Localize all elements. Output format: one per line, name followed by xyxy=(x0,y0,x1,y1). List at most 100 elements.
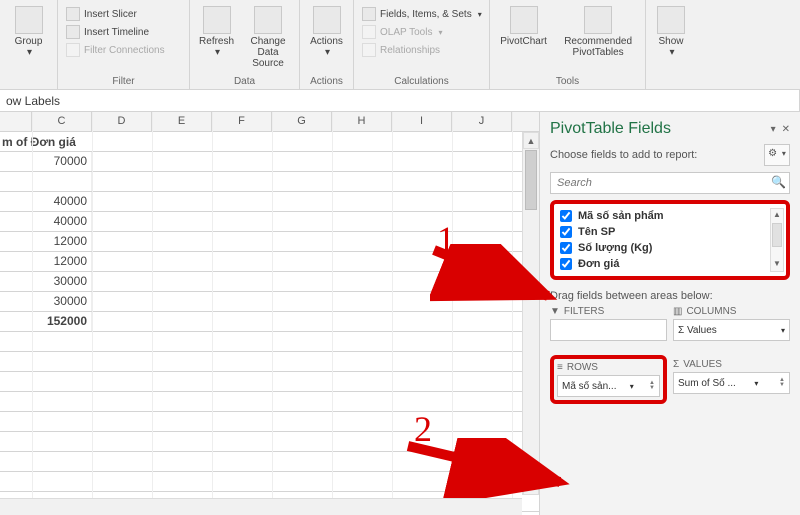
relationships-button: Relationships xyxy=(360,42,484,58)
scroll-up-arrow-icon[interactable]: ▲ xyxy=(523,132,539,149)
scroll-thumb[interactable] xyxy=(772,223,782,247)
field-list-scrollbar[interactable]: ▲ ▼ xyxy=(770,208,784,272)
field-list-item[interactable]: Mã số sản phẩm xyxy=(556,208,784,224)
change-data-source-button[interactable]: Change Data Source xyxy=(243,4,293,71)
up-down-arrows-icon[interactable]: ▲▼ xyxy=(649,381,655,391)
data-cell[interactable]: 40000 xyxy=(32,212,92,231)
field-list: Mã số sản phẩmTên SPSố lượng (Kg)Đơn giá xyxy=(556,208,784,272)
table-row[interactable] xyxy=(0,332,539,352)
table-row[interactable]: 30000 xyxy=(0,272,539,292)
column-header[interactable]: C xyxy=(32,112,92,131)
timeline-icon xyxy=(66,25,80,39)
table-row[interactable] xyxy=(0,372,539,392)
rows-slot[interactable]: Mã số sản...▾▲▼ xyxy=(557,375,660,397)
select-all-corner[interactable] xyxy=(0,112,32,131)
gridline xyxy=(512,112,513,515)
scroll-down-arrow-icon[interactable]: ▼ xyxy=(523,478,539,495)
actions-button[interactable]: Actions ▾ xyxy=(306,4,347,60)
show-button[interactable]: Show ▾ xyxy=(652,4,690,60)
vertical-scrollbar[interactable]: ▲ ▼ xyxy=(522,132,539,495)
ribbon-group-calculations: Fields, Items, & Sets▾ OLAP Tools▾ Relat… xyxy=(354,0,490,89)
table-row[interactable]: 12000 xyxy=(0,252,539,272)
insert-slicer-button[interactable]: Insert Slicer xyxy=(64,6,167,22)
ribbon-caption: Tools xyxy=(496,74,639,87)
pane-dropdown-icon[interactable]: ▾ xyxy=(771,124,776,135)
field-checkbox[interactable] xyxy=(560,242,572,254)
table-row[interactable] xyxy=(0,472,539,492)
columns-area[interactable]: ▥COLUMNS Σ Values▾ xyxy=(673,306,790,341)
data-cell[interactable]: 12000 xyxy=(32,232,92,251)
table-row[interactable] xyxy=(0,392,539,412)
data-cell[interactable]: 152000 xyxy=(32,312,92,331)
column-header[interactable]: J xyxy=(452,112,512,131)
table-row[interactable]: 40000 xyxy=(0,192,539,212)
data-cell[interactable]: 12000 xyxy=(32,252,92,271)
data-cell[interactable]: 40000 xyxy=(32,192,92,211)
data-cell[interactable]: 30000 xyxy=(32,292,92,311)
ribbon: Group ▾ Insert Slicer Insert Timeline Fi… xyxy=(0,0,800,90)
scroll-thumb[interactable] xyxy=(525,150,537,210)
up-down-arrows-icon[interactable]: ▲▼ xyxy=(779,378,785,388)
columns-slot[interactable]: Σ Values▾ xyxy=(673,319,790,341)
ribbon-caption: Data xyxy=(196,74,293,87)
table-row[interactable] xyxy=(0,452,539,472)
worksheet[interactable]: CDEFGHIJ m of Đơn giá 700004000040000120… xyxy=(0,112,540,515)
pane-title: PivotTable Fields xyxy=(550,120,671,138)
filter-icon: ▼ xyxy=(550,306,560,317)
table-row[interactable]: 12000 xyxy=(0,232,539,252)
close-icon[interactable]: ✕ xyxy=(782,124,790,135)
ribbon-group-actions: Actions ▾ Actions xyxy=(300,0,354,89)
table-row[interactable]: 152000 xyxy=(0,312,539,332)
field-checkbox[interactable] xyxy=(560,258,572,270)
values-area[interactable]: ΣVALUES Sum of Số ...▾▲▼ xyxy=(673,359,790,394)
horizontal-scrollbar[interactable] xyxy=(0,498,522,515)
search-input[interactable] xyxy=(550,172,790,194)
refresh-icon xyxy=(203,6,231,34)
table-row[interactable]: 30000 xyxy=(0,292,539,312)
column-header[interactable]: F xyxy=(212,112,272,131)
field-list-item[interactable]: Đơn giá xyxy=(556,256,784,272)
data-cell[interactable]: 70000 xyxy=(32,152,92,171)
actions-label: Actions xyxy=(310,36,343,47)
field-list-item[interactable]: Tên SP xyxy=(556,224,784,240)
table-row[interactable] xyxy=(0,432,539,452)
table-row[interactable]: 40000 xyxy=(0,212,539,232)
data-cell[interactable] xyxy=(32,172,92,191)
field-checkbox[interactable] xyxy=(560,210,572,222)
filters-area[interactable]: ▼FILTERS xyxy=(550,306,667,341)
column-header[interactable]: I xyxy=(392,112,452,131)
group-button[interactable]: Group ▾ xyxy=(6,4,51,60)
data-cell[interactable]: 30000 xyxy=(32,272,92,291)
data-rows: m of Đơn giá 700004000040000120001200030… xyxy=(0,132,539,512)
fields-items-sets-button[interactable]: Fields, Items, & Sets▾ xyxy=(360,6,484,22)
recommended-pivottables-button[interactable]: Recommended PivotTables xyxy=(557,4,639,60)
ribbon-caption xyxy=(6,85,51,87)
scroll-down-arrow-icon[interactable]: ▼ xyxy=(771,258,783,271)
filters-slot[interactable] xyxy=(550,319,667,341)
table-row[interactable] xyxy=(0,412,539,432)
drop-areas: ▼FILTERS ≡ROWS Mã số sản...▾▲▼ ▥COLUMNS … xyxy=(550,306,790,404)
scroll-up-arrow-icon[interactable]: ▲ xyxy=(771,209,783,222)
gear-button[interactable]: ⚙ ▾ xyxy=(764,144,790,166)
pivotchart-button[interactable]: PivotChart xyxy=(496,4,551,49)
rows-slot-value: Mã số sản... xyxy=(562,381,616,392)
values-slot[interactable]: Sum of Số ...▾▲▼ xyxy=(673,372,790,394)
refresh-button[interactable]: Refresh ▾ xyxy=(196,4,237,60)
fields-icon xyxy=(362,7,376,21)
table-row[interactable]: 70000 xyxy=(0,152,539,172)
insert-timeline-button[interactable]: Insert Timeline xyxy=(64,24,167,40)
column-header[interactable]: G xyxy=(272,112,332,131)
rows-icon: ≡ xyxy=(557,362,563,373)
field-checkbox[interactable] xyxy=(560,226,572,238)
field-list-item[interactable]: Số lượng (Kg) xyxy=(556,240,784,256)
table-row[interactable] xyxy=(0,172,539,192)
table-row[interactable] xyxy=(0,352,539,372)
column-header[interactable]: D xyxy=(92,112,152,131)
column-header[interactable]: H xyxy=(332,112,392,131)
rows-area[interactable]: ≡ROWS Mã số sản...▾▲▼ xyxy=(557,362,660,397)
column-header[interactable]: E xyxy=(152,112,212,131)
ribbon-caption: Actions xyxy=(306,74,347,87)
ribbon-caption xyxy=(652,85,690,87)
formula-input[interactable] xyxy=(0,90,800,111)
chevron-down-icon: ▾ xyxy=(754,379,758,388)
